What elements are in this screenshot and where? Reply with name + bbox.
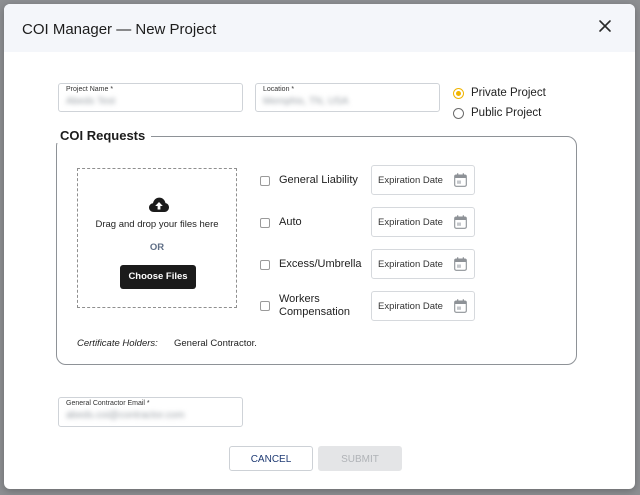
- coverage-label: General Liability: [279, 174, 358, 186]
- location-value: Memphis, TN, USA: [263, 96, 349, 107]
- checkbox[interactable]: [260, 301, 270, 311]
- location-field[interactable]: Location * Memphis, TN, USA: [255, 83, 440, 112]
- coi-requests-title: COI Requests: [54, 128, 152, 143]
- certificate-holders-label: Certificate Holders:: [77, 338, 158, 349]
- coverage-workers-compensation[interactable]: Workers Compensation: [260, 293, 350, 319]
- general-contractor-email-label: General Contractor Email *: [66, 400, 150, 407]
- coverage-excess-umbrella[interactable]: Excess/Umbrella: [260, 258, 362, 271]
- coverage-general-liability[interactable]: General Liability: [260, 174, 358, 187]
- dialog-title: COI Manager — New Project: [22, 21, 217, 38]
- choose-files-button[interactable]: Choose Files: [120, 265, 196, 289]
- radio-button[interactable]: [453, 107, 464, 119]
- coverage-auto[interactable]: Auto: [260, 216, 302, 229]
- workers-compensation-expiration-date[interactable]: Expiration Date: [371, 291, 475, 321]
- general-contractor-email-field[interactable]: General Contractor Email * abeds.coi@con…: [58, 397, 243, 427]
- close-icon[interactable]: [597, 18, 613, 34]
- coverage-label-line2: Compensation: [279, 306, 350, 318]
- file-dropzone[interactable]: Drag and drop your files here OR Choose …: [77, 168, 237, 308]
- calendar-icon[interactable]: [454, 215, 467, 229]
- excess-umbrella-expiration-date[interactable]: Expiration Date: [371, 249, 475, 279]
- radio-label: Public Project: [471, 107, 542, 119]
- cancel-button[interactable]: CANCEL: [229, 446, 313, 471]
- calendar-icon[interactable]: [454, 173, 467, 187]
- cloud-upload-icon: [148, 196, 170, 214]
- radio-label: Private Project: [471, 87, 546, 99]
- dropzone-instructions: Drag and drop your files here: [95, 219, 219, 230]
- date-placeholder: Expiration Date: [378, 301, 443, 312]
- radio-button-checked[interactable]: [453, 87, 464, 99]
- project-name-label: Project Name *: [66, 86, 114, 93]
- coverage-label: Auto: [279, 216, 302, 228]
- general-contractor-email-value: abeds.coi@contractor.com: [66, 410, 185, 421]
- date-placeholder: Expiration Date: [378, 175, 443, 186]
- date-placeholder: Expiration Date: [378, 217, 443, 228]
- dropzone-or: OR: [149, 242, 165, 253]
- calendar-icon[interactable]: [454, 299, 467, 313]
- certificate-holders-value: General Contractor.: [174, 338, 257, 349]
- project-name-field[interactable]: Project Name * Abeds Test: [58, 83, 243, 112]
- project-name-value: Abeds Test: [66, 96, 116, 107]
- checkbox[interactable]: [260, 259, 270, 270]
- auto-expiration-date[interactable]: Expiration Date: [371, 207, 475, 237]
- coverage-label-line1: Workers: [279, 293, 320, 305]
- checkbox[interactable]: [260, 175, 270, 186]
- general-liability-expiration-date[interactable]: Expiration Date: [371, 165, 475, 195]
- radio-public-project[interactable]: Public Project: [453, 107, 541, 119]
- coverage-label: Workers Compensation: [279, 293, 350, 319]
- dialog-header: COI Manager — New Project: [4, 4, 635, 52]
- coverage-label: Excess/Umbrella: [279, 258, 362, 270]
- calendar-icon[interactable]: [454, 257, 467, 271]
- location-label: Location *: [263, 86, 295, 93]
- radio-private-project[interactable]: Private Project: [453, 87, 546, 99]
- submit-button[interactable]: SUBMIT: [318, 446, 402, 471]
- checkbox[interactable]: [260, 217, 270, 228]
- date-placeholder: Expiration Date: [378, 259, 443, 270]
